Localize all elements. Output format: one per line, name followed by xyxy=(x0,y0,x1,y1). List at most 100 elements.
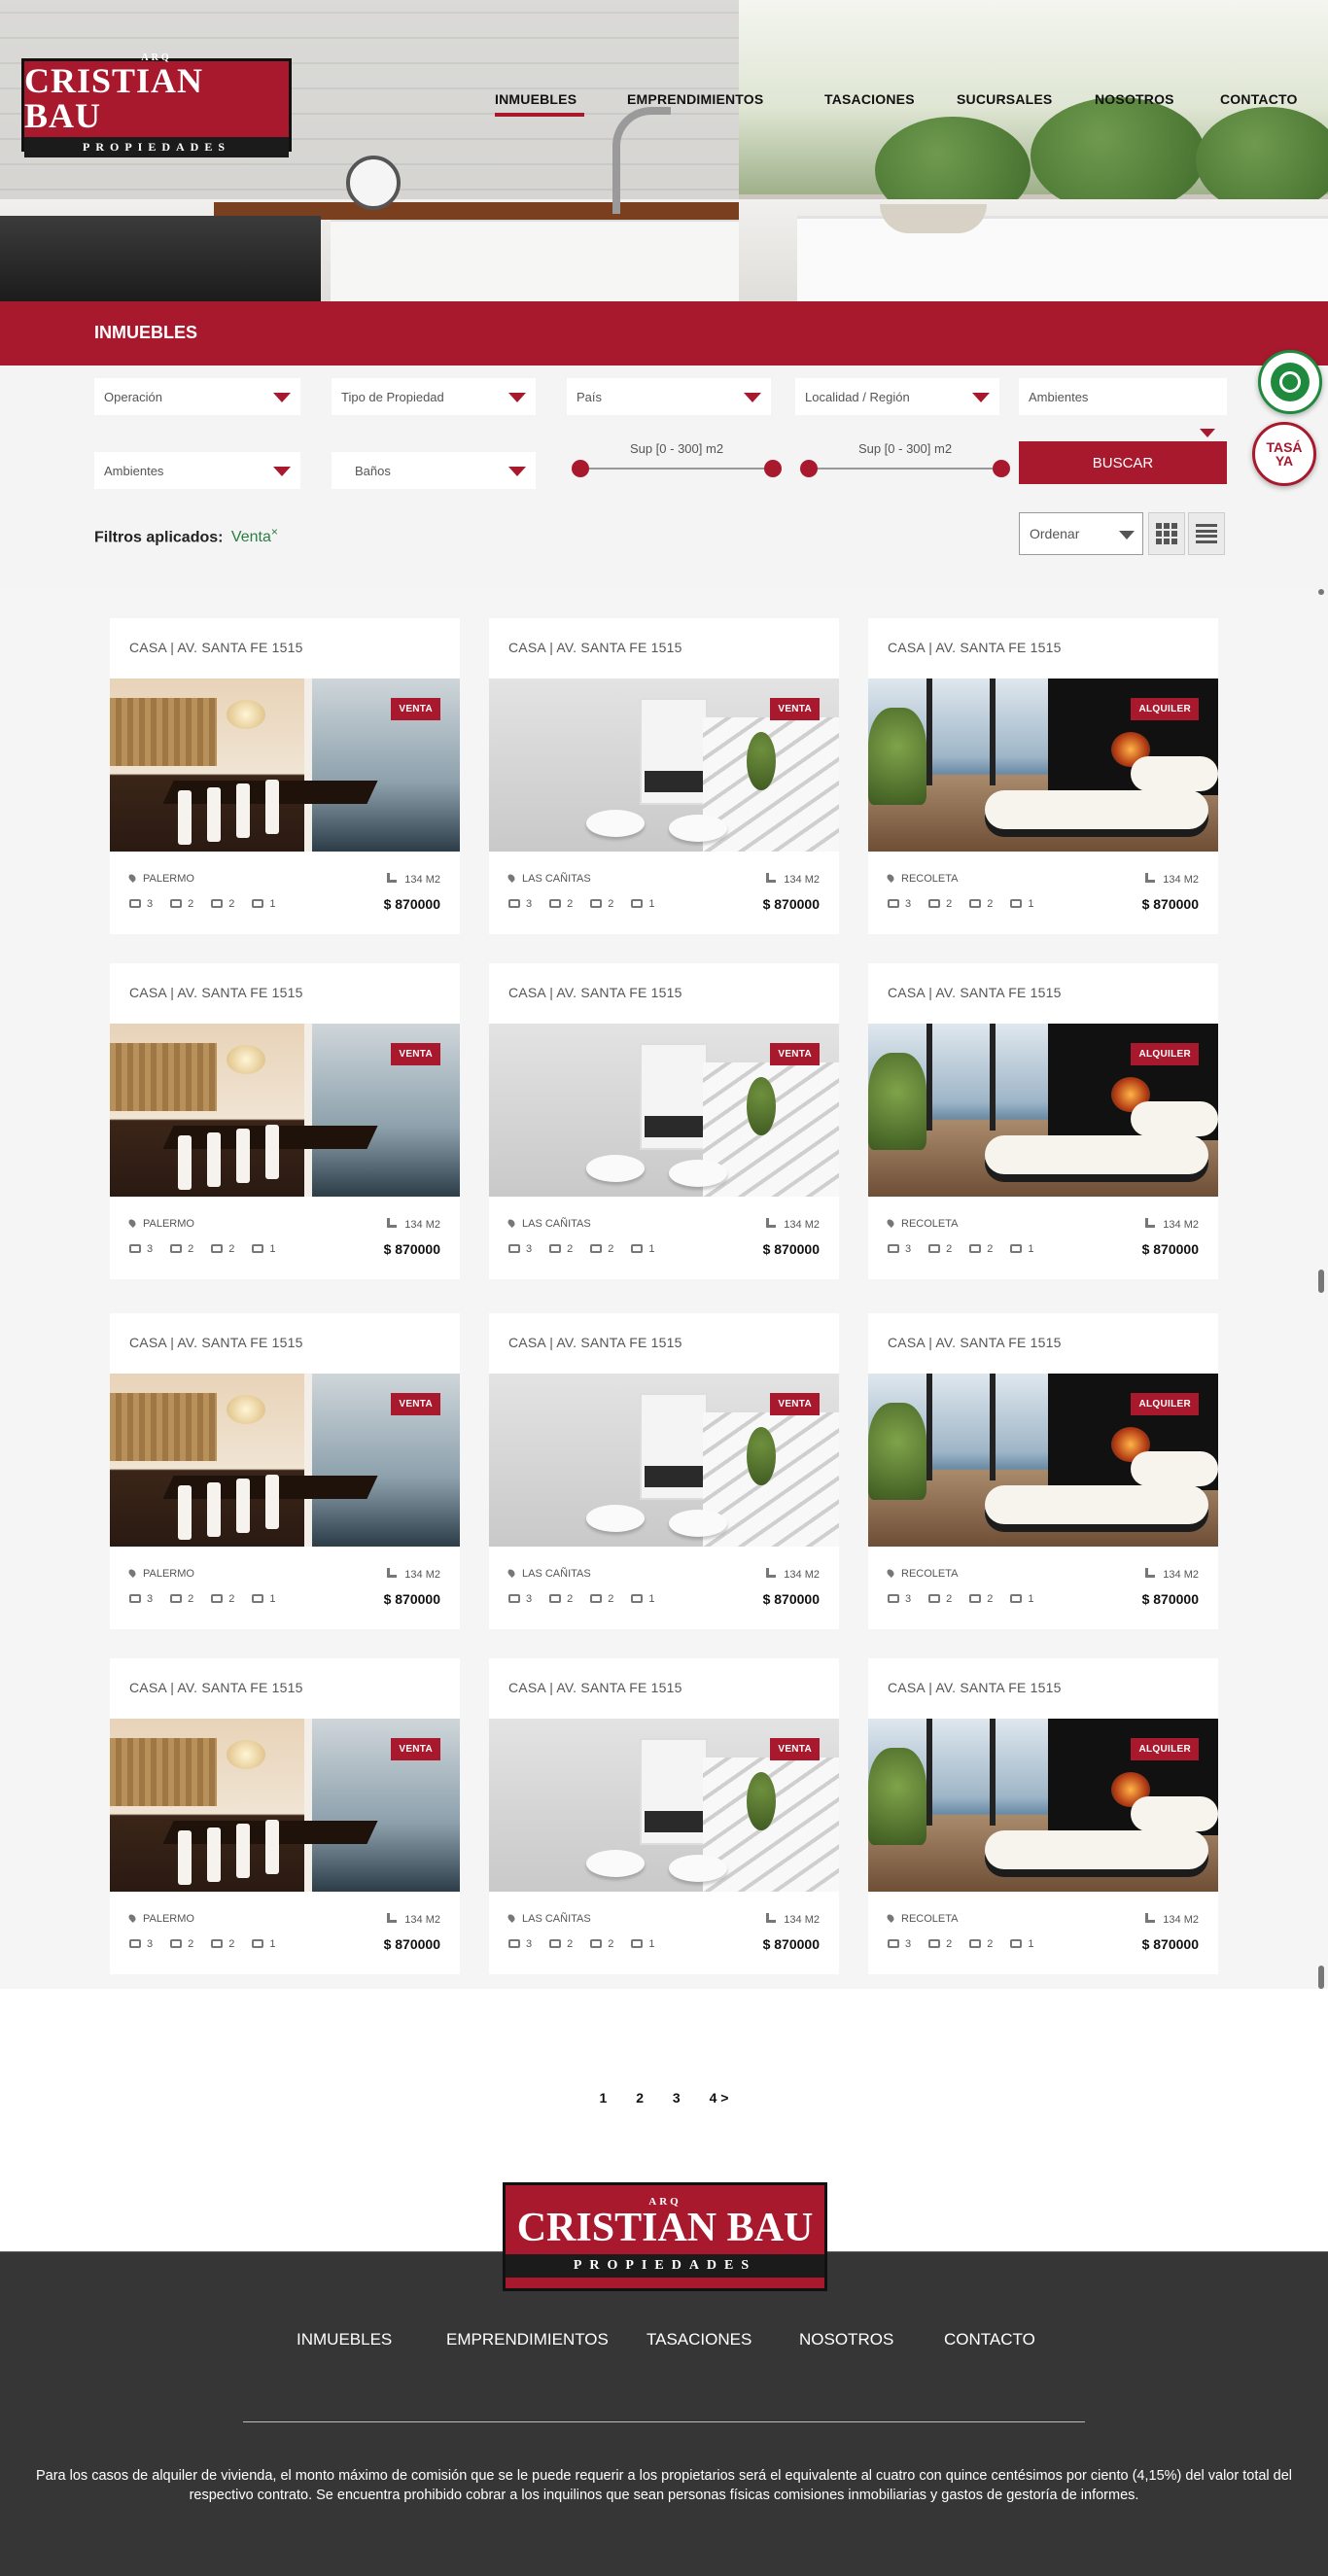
property-photo[interactable]: ALQUILER xyxy=(868,1719,1218,1892)
property-card[interactable]: CASA | AV. SANTA FE 1515 VENTA LAS CAÑITAS… xyxy=(489,1313,839,1629)
property-photo[interactable]: VENTA xyxy=(489,1024,839,1197)
property-card[interactable]: CASA | AV. SANTA FE 1515 VENTA PALERMO 134 … xyxy=(110,618,460,934)
area-icon xyxy=(1145,873,1156,883)
property-card[interactable]: CASA | AV. SANTA FE 1515 ALQUILER RECOLETA… xyxy=(868,963,1218,1279)
whatsapp-button[interactable] xyxy=(1258,350,1322,414)
operacion-label: Operación xyxy=(104,389,162,404)
property-card[interactable]: CASA | AV. SANTA FE 1515 VENTA PALERMO 134 … xyxy=(110,963,460,1279)
property-photo[interactable]: VENTA xyxy=(489,679,839,852)
garage-count: 2 xyxy=(228,1593,235,1605)
property-card[interactable]: CASA | AV. SANTA FE 1515 ALQUILER RECOLETA… xyxy=(868,1658,1218,1974)
property-title[interactable]: CASA | AV. SANTA FE 1515 xyxy=(888,640,1062,655)
bed-icon xyxy=(928,1244,941,1253)
scroll-indicator[interactable] xyxy=(1318,1966,1324,1989)
slider-min-handle[interactable] xyxy=(572,460,589,477)
nav-emprendimientos[interactable]: EMPRENDIMIENTOS xyxy=(627,91,763,107)
property-card[interactable]: CASA | AV. SANTA FE 1515 VENTA LAS CAÑITAS… xyxy=(489,618,839,934)
beds-count: 2 xyxy=(946,1243,953,1255)
property-title[interactable]: CASA | AV. SANTA FE 1515 xyxy=(129,1680,303,1695)
operacion-select[interactable]: Operación xyxy=(94,378,300,415)
nav-sucursales[interactable]: SUCURSALES xyxy=(957,91,1052,107)
property-card[interactable]: CASA | AV. SANTA FE 1515 ALQUILER RECOLETA… xyxy=(868,1313,1218,1629)
slider-min-handle[interactable] xyxy=(800,460,818,477)
page-2[interactable]: 2 xyxy=(636,2090,644,2106)
chevron-down-icon[interactable] xyxy=(1200,429,1215,437)
property-title[interactable]: CASA | AV. SANTA FE 1515 xyxy=(508,1680,682,1695)
list-view-button[interactable] xyxy=(1188,512,1225,555)
garage-icon xyxy=(590,899,603,908)
applied-filter-venta[interactable]: Venta xyxy=(231,529,271,545)
footer-nav-nosotros[interactable]: NOSOTROS xyxy=(799,2330,893,2350)
property-title[interactable]: CASA | AV. SANTA FE 1515 xyxy=(888,985,1062,1000)
scroll-indicator[interactable] xyxy=(1318,1270,1324,1293)
nav-contacto[interactable]: CONTACTO xyxy=(1220,91,1298,107)
order-select[interactable]: Ordenar xyxy=(1019,512,1143,555)
beds-count: 2 xyxy=(567,898,574,910)
banos-select[interactable]: Baños xyxy=(332,452,536,489)
property-features: 3 2 2 1 xyxy=(888,1243,1034,1255)
property-card[interactable]: CASA | AV. SANTA FE 1515 VENTA PALERMO 134 … xyxy=(110,1313,460,1629)
property-title[interactable]: CASA | AV. SANTA FE 1515 xyxy=(129,640,303,655)
garage-count: 2 xyxy=(608,1938,614,1950)
property-title[interactable]: CASA | AV. SANTA FE 1515 xyxy=(129,985,303,1000)
bath-icon xyxy=(1010,1244,1023,1253)
page-1[interactable]: 1 xyxy=(600,2090,608,2106)
ambientes-select[interactable]: Ambientes xyxy=(94,452,300,489)
area-text: 134 M2 xyxy=(784,874,820,886)
nav-nosotros[interactable]: NOSOTROS xyxy=(1095,91,1174,107)
property-photo[interactable]: VENTA xyxy=(110,1024,460,1197)
pais-select[interactable]: País xyxy=(567,378,771,415)
property-photo[interactable]: VENTA xyxy=(110,1719,460,1892)
rooms-count: 3 xyxy=(905,898,912,910)
footer-logo[interactable]: ARQ CRISTIAN BAU PROPIEDADES xyxy=(503,2182,827,2291)
location-pin-icon xyxy=(127,1218,137,1228)
property-card[interactable]: CASA | AV. SANTA FE 1515 VENTA LAS CAÑITAS… xyxy=(489,963,839,1279)
page-4-next[interactable]: 4 > xyxy=(710,2090,729,2106)
tipo-propiedad-select[interactable]: Tipo de Propiedad xyxy=(332,378,536,415)
property-title[interactable]: CASA | AV. SANTA FE 1515 xyxy=(508,1335,682,1350)
tasa-ya-button[interactable]: TASÁ YA xyxy=(1252,422,1316,486)
area-text: 134 M2 xyxy=(404,1219,440,1231)
surface-slider-1[interactable]: Sup [0 - 300] m2 xyxy=(572,441,782,480)
property-photo[interactable]: ALQUILER xyxy=(868,679,1218,852)
property-title[interactable]: CASA | AV. SANTA FE 1515 xyxy=(888,1335,1062,1350)
footer-nav-tasaciones[interactable]: TASACIONES xyxy=(647,2330,751,2350)
page-3[interactable]: 3 xyxy=(673,2090,681,2106)
property-card[interactable]: CASA | AV. SANTA FE 1515 VENTA PALERMO 134 … xyxy=(110,1658,460,1974)
area-text: 134 M2 xyxy=(784,1569,820,1581)
footer-nav-inmuebles[interactable]: INMUEBLES xyxy=(297,2330,392,2350)
location-pin-icon xyxy=(127,1913,137,1923)
bath-icon xyxy=(252,1939,264,1948)
property-title[interactable]: CASA | AV. SANTA FE 1515 xyxy=(508,640,682,655)
surface-slider-2[interactable]: Sup [0 - 300] m2 xyxy=(800,441,1010,480)
grid-view-button[interactable] xyxy=(1148,512,1185,555)
nav-inmuebles[interactable]: INMUEBLES xyxy=(495,91,585,117)
feature-garage: 2 xyxy=(211,1938,234,1950)
property-photo[interactable]: VENTA xyxy=(489,1719,839,1892)
footer-nav-contacto[interactable]: CONTACTO xyxy=(944,2330,1035,2350)
property-location: RECOLETA xyxy=(886,1568,958,1580)
property-title[interactable]: CASA | AV. SANTA FE 1515 xyxy=(129,1335,303,1350)
slider-max-handle[interactable] xyxy=(764,460,782,477)
property-photo[interactable]: VENTA xyxy=(110,1374,460,1547)
property-photo[interactable]: ALQUILER xyxy=(868,1374,1218,1547)
pais-label: País xyxy=(577,389,603,404)
slider-max-handle[interactable] xyxy=(993,460,1010,477)
property-title[interactable]: CASA | AV. SANTA FE 1515 xyxy=(888,1680,1062,1695)
property-card[interactable]: CASA | AV. SANTA FE 1515 VENTA LAS CAÑITAS… xyxy=(489,1658,839,1974)
property-title[interactable]: CASA | AV. SANTA FE 1515 xyxy=(508,985,682,1000)
remove-filter-icon[interactable]: × xyxy=(271,525,278,539)
localidad-select[interactable]: Localidad / Región xyxy=(795,378,999,415)
property-photo[interactable]: ALQUILER xyxy=(868,1024,1218,1197)
property-card[interactable]: CASA | AV. SANTA FE 1515 ALQUILER RECOLETA… xyxy=(868,618,1218,934)
property-location: PALERMO xyxy=(127,1913,194,1925)
rooms-count: 3 xyxy=(905,1593,912,1605)
footer-nav-emprendimientos[interactable]: EMPRENDIMIENTOS xyxy=(446,2330,609,2350)
nav-tasaciones[interactable]: TASACIONES xyxy=(824,91,915,107)
property-area: 134 M2 xyxy=(1145,1913,1199,1926)
property-photo[interactable]: VENTA xyxy=(110,679,460,852)
scroll-indicator[interactable] xyxy=(1318,589,1324,595)
ambientes-top-select[interactable]: Ambientes xyxy=(1019,378,1227,415)
search-button[interactable]: BUSCAR xyxy=(1019,441,1227,484)
property-photo[interactable]: VENTA xyxy=(489,1374,839,1547)
